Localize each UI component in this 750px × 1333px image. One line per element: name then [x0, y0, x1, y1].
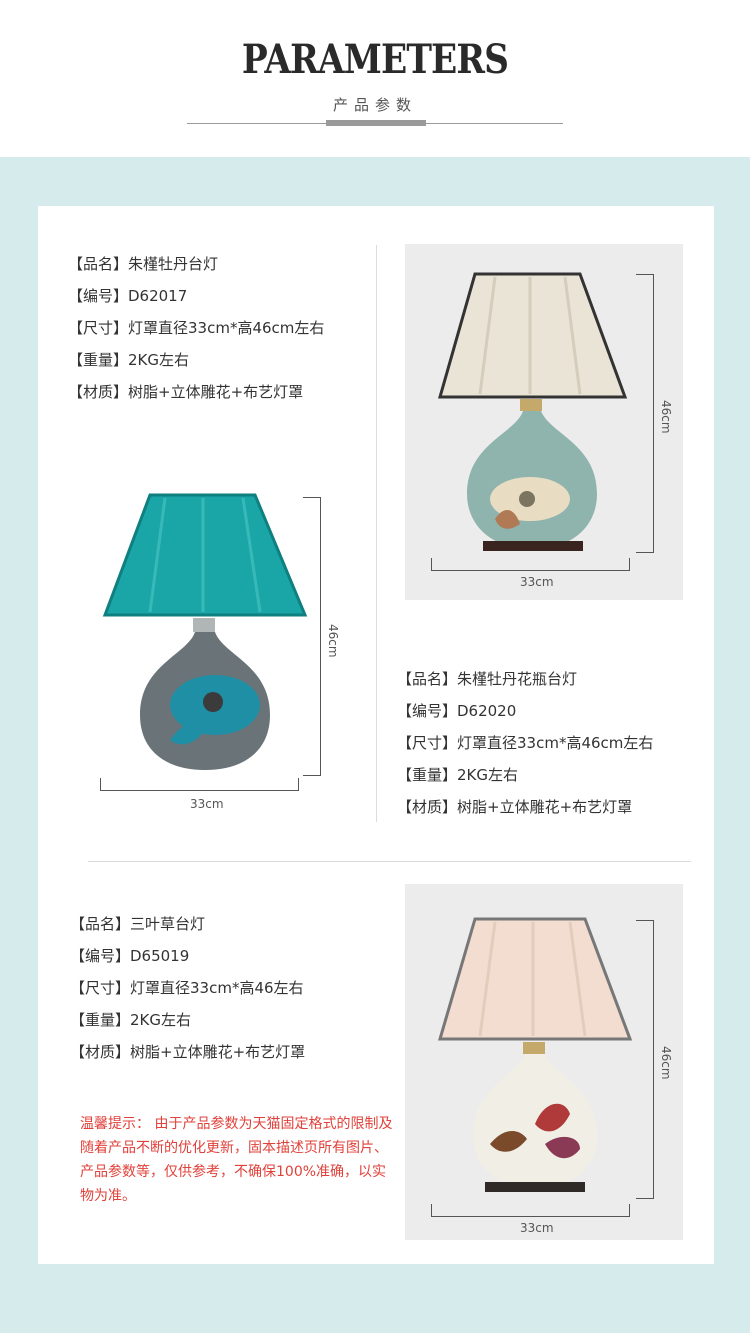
page: PARAMETERS 产品参数 【品名】朱槿牡丹台灯 【编号】D62017 【尺…: [0, 0, 750, 1333]
dim-tick: [636, 1198, 654, 1199]
spec-code: 【编号】D65019: [70, 947, 190, 965]
header: PARAMETERS 产品参数: [0, 0, 750, 157]
width-dimension-line: [431, 570, 630, 571]
spec-material: 【材质】树脂+立体雕花+布艺灯罩: [70, 1043, 306, 1061]
height-label: 46cm: [659, 1046, 673, 1080]
width-label: 33cm: [520, 575, 554, 589]
product-2-photo: [405, 244, 683, 600]
dim-tick: [100, 778, 101, 790]
dim-tick: [303, 497, 321, 498]
dim-tick: [431, 1204, 432, 1216]
width-dimension-line: [431, 1216, 630, 1217]
spec-weight: 【重量】2KG左右: [68, 351, 190, 369]
spec-code: 【编号】D62020: [397, 702, 517, 720]
height-dimension-line: [320, 497, 321, 775]
spec-code: 【编号】D62017: [68, 287, 188, 305]
dim-tick: [629, 1204, 630, 1216]
product-1-specs: 【品名】朱槿牡丹台灯 【编号】D62017 【尺寸】灯罩直径33cm*高46cm…: [68, 248, 324, 408]
spec-weight: 【重量】2KG左右: [70, 1011, 192, 1029]
spec-material: 【材质】树脂+立体雕花+布艺灯罩: [68, 383, 304, 401]
spec-size: 【尺寸】灯罩直径33cm*高46cm左右: [397, 734, 654, 752]
page-subtitle: 产品参数: [332, 96, 417, 114]
dim-tick: [636, 552, 654, 553]
product-3-specs: 【品名】三叶草台灯 【编号】D65019 【尺寸】灯罩直径33cm*高46左右 …: [70, 908, 305, 1068]
spec-material: 【材质】树脂+立体雕花+布艺灯罩: [397, 798, 633, 816]
dim-tick: [636, 920, 654, 921]
section-divider: [88, 861, 691, 862]
product-3-photo: [405, 884, 683, 1240]
divider-accent: [326, 120, 426, 126]
page-title: PARAMETERS: [241, 36, 509, 83]
height-label: 46cm: [326, 624, 340, 658]
spec-size: 【尺寸】灯罩直径33cm*高46cm左右: [68, 319, 325, 337]
dim-tick: [303, 775, 321, 776]
spec-name: 【品名】朱槿牡丹台灯: [68, 255, 219, 273]
dim-tick: [298, 778, 299, 790]
width-label: 33cm: [520, 1221, 554, 1235]
height-dimension-line: [653, 920, 654, 1198]
height-dimension-line: [653, 274, 654, 552]
vertical-divider: [376, 245, 377, 822]
product-2-specs: 【品名】朱槿牡丹花瓶台灯 【编号】D62020 【尺寸】灯罩直径33cm*高46…: [397, 663, 653, 823]
notice-text: 温馨提示： 由于产品参数为天猫固定格式的限制及随着产品不断的优化更新，固本描述页…: [80, 1116, 393, 1204]
spec-weight: 【重量】2KG左右: [397, 766, 519, 784]
dim-tick: [636, 274, 654, 275]
dim-tick: [431, 558, 432, 570]
cream-lamp-image: [438, 272, 628, 551]
teal-lamp-image: [102, 493, 308, 770]
spec-name: 【品名】朱槿牡丹花瓶台灯: [397, 670, 578, 688]
spec-size: 【尺寸】灯罩直径33cm*高46左右: [70, 979, 304, 997]
height-label: 46cm: [659, 400, 673, 434]
dim-tick: [629, 558, 630, 570]
width-label: 33cm: [190, 797, 224, 811]
width-dimension-line: [100, 790, 299, 791]
spec-name: 【品名】三叶草台灯: [70, 915, 206, 933]
pink-lamp-image: [438, 917, 633, 1192]
